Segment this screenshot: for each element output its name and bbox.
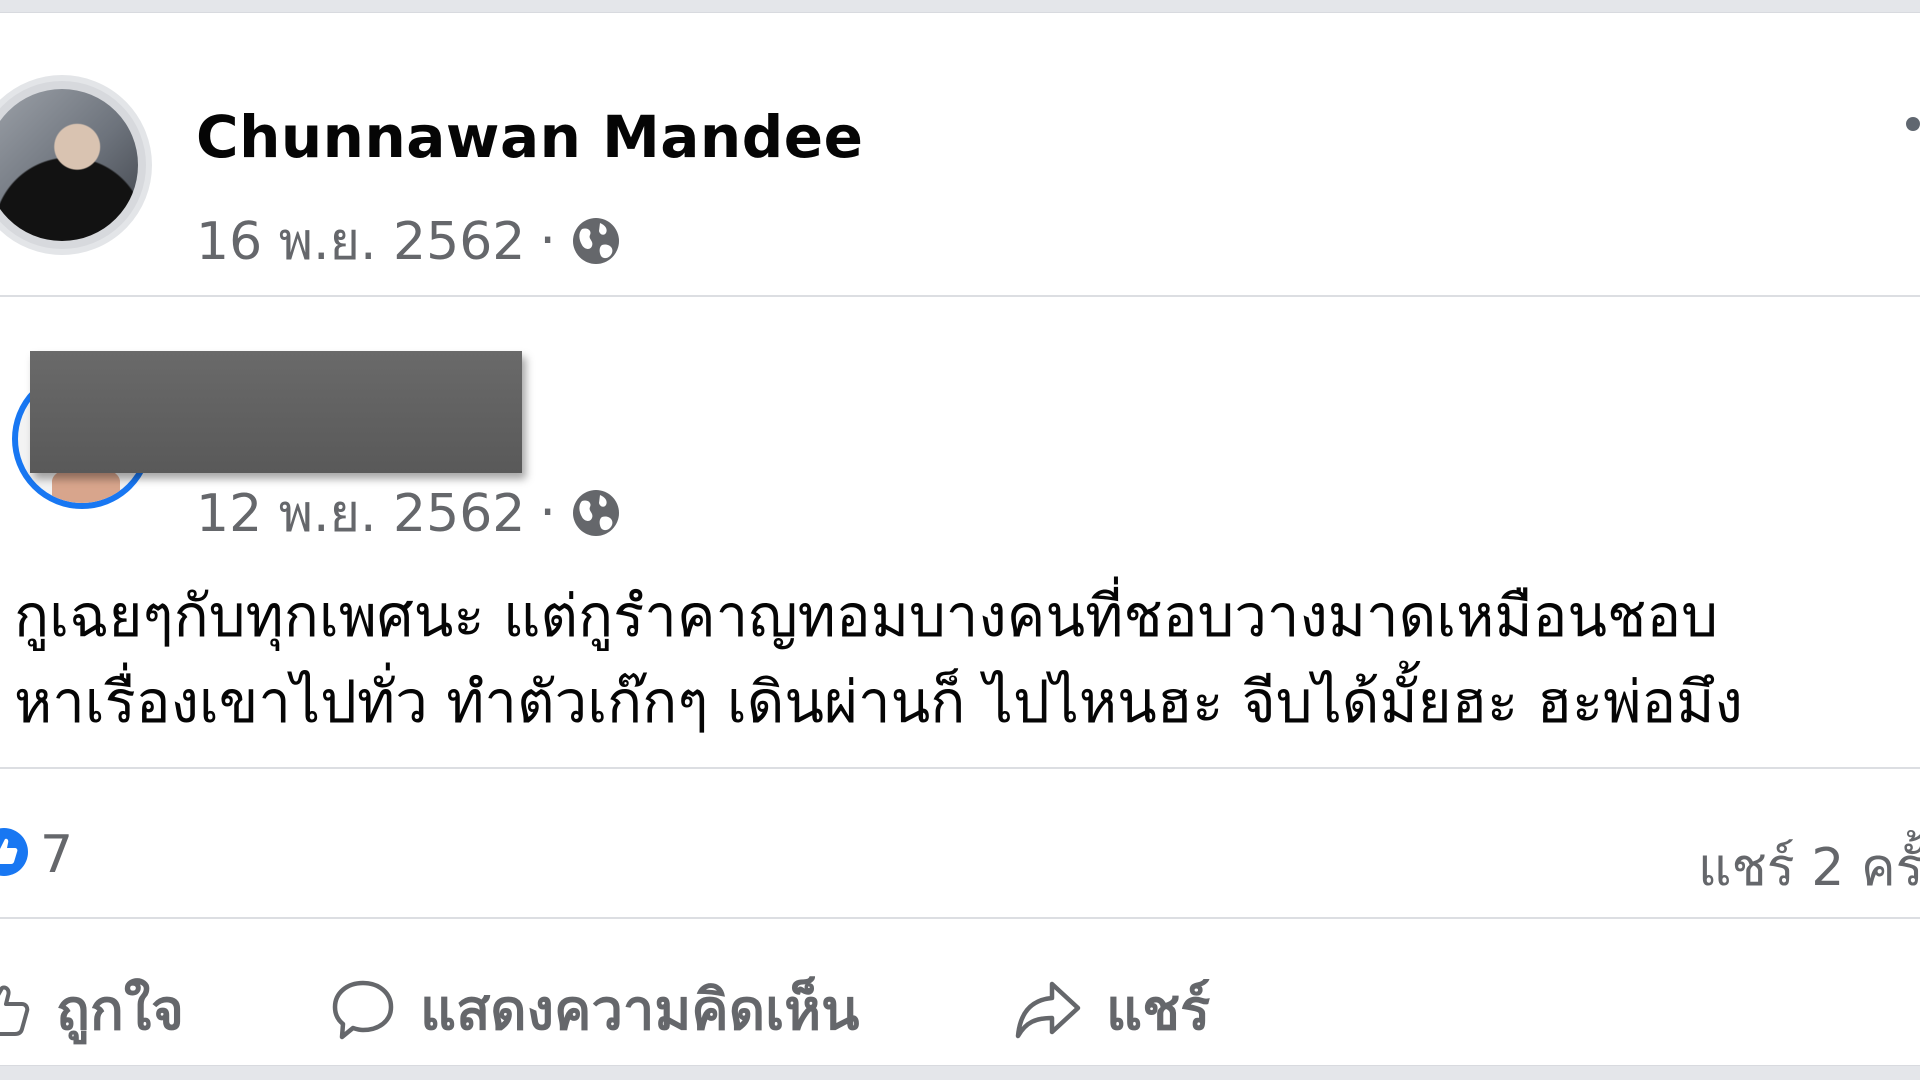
redacted-author-name: [30, 351, 522, 473]
comment-icon: [332, 980, 394, 1039]
post-text-line: หาเรื่องเขาไปทั่ว ทำตัวเก๊กๆ เดินผ่านก็ …: [14, 668, 1743, 736]
content-divider: [0, 767, 1920, 769]
post-meta: 16 พ.ย. 2562 ·: [196, 199, 622, 282]
header-divider: [0, 295, 1920, 297]
post-header: Chunnawan Mandee 16 พ.ย. 2562 ·: [0, 13, 1920, 295]
post-card: Chunnawan Mandee 16 พ.ย. 2562 · 12 พ.ย. …: [0, 12, 1920, 1066]
author-avatar[interactable]: [0, 75, 152, 255]
post-text: กูเฉยๆกับทุกเพศนะ แต่กูรำคาญทอมบางคนที่ช…: [14, 573, 1904, 745]
comment-label: แสดงความคิดเห็น: [420, 978, 860, 1043]
more-options-icon[interactable]: [1906, 117, 1920, 131]
meta-separator: ·: [539, 210, 556, 271]
shared-post-meta: 12 พ.ย. 2562 ·: [196, 471, 622, 554]
share-arrow-icon: [1015, 981, 1081, 1038]
like-label: ถูกใจ: [56, 978, 184, 1043]
globe-icon[interactable]: [570, 215, 622, 267]
meta-separator: ·: [539, 482, 556, 543]
share-count[interactable]: แชร์ 2 ครั้ง: [1698, 825, 1920, 908]
globe-icon[interactable]: [570, 487, 622, 539]
author-name[interactable]: Chunnawan Mandee: [196, 103, 863, 171]
stats-divider: [0, 917, 1920, 919]
shared-post-date[interactable]: 12 พ.ย. 2562: [196, 471, 525, 554]
post-text-line: กูเฉยๆกับทุกเพศนะ แต่กูรำคาญทอมบางคนที่ช…: [14, 582, 1719, 650]
post-date[interactable]: 16 พ.ย. 2562: [196, 199, 525, 282]
share-label: แชร์: [1106, 978, 1211, 1043]
like-count[interactable]: 7: [40, 825, 73, 885]
like-reaction-icon[interactable]: [0, 828, 28, 876]
share-button[interactable]: แชร์: [1014, 965, 1210, 1054]
thumbs-up-icon: [0, 985, 30, 1036]
comment-button[interactable]: แสดงความคิดเห็น: [330, 965, 859, 1054]
like-button[interactable]: ถูกใจ: [0, 965, 184, 1054]
author-avatar-photo: [0, 89, 138, 241]
